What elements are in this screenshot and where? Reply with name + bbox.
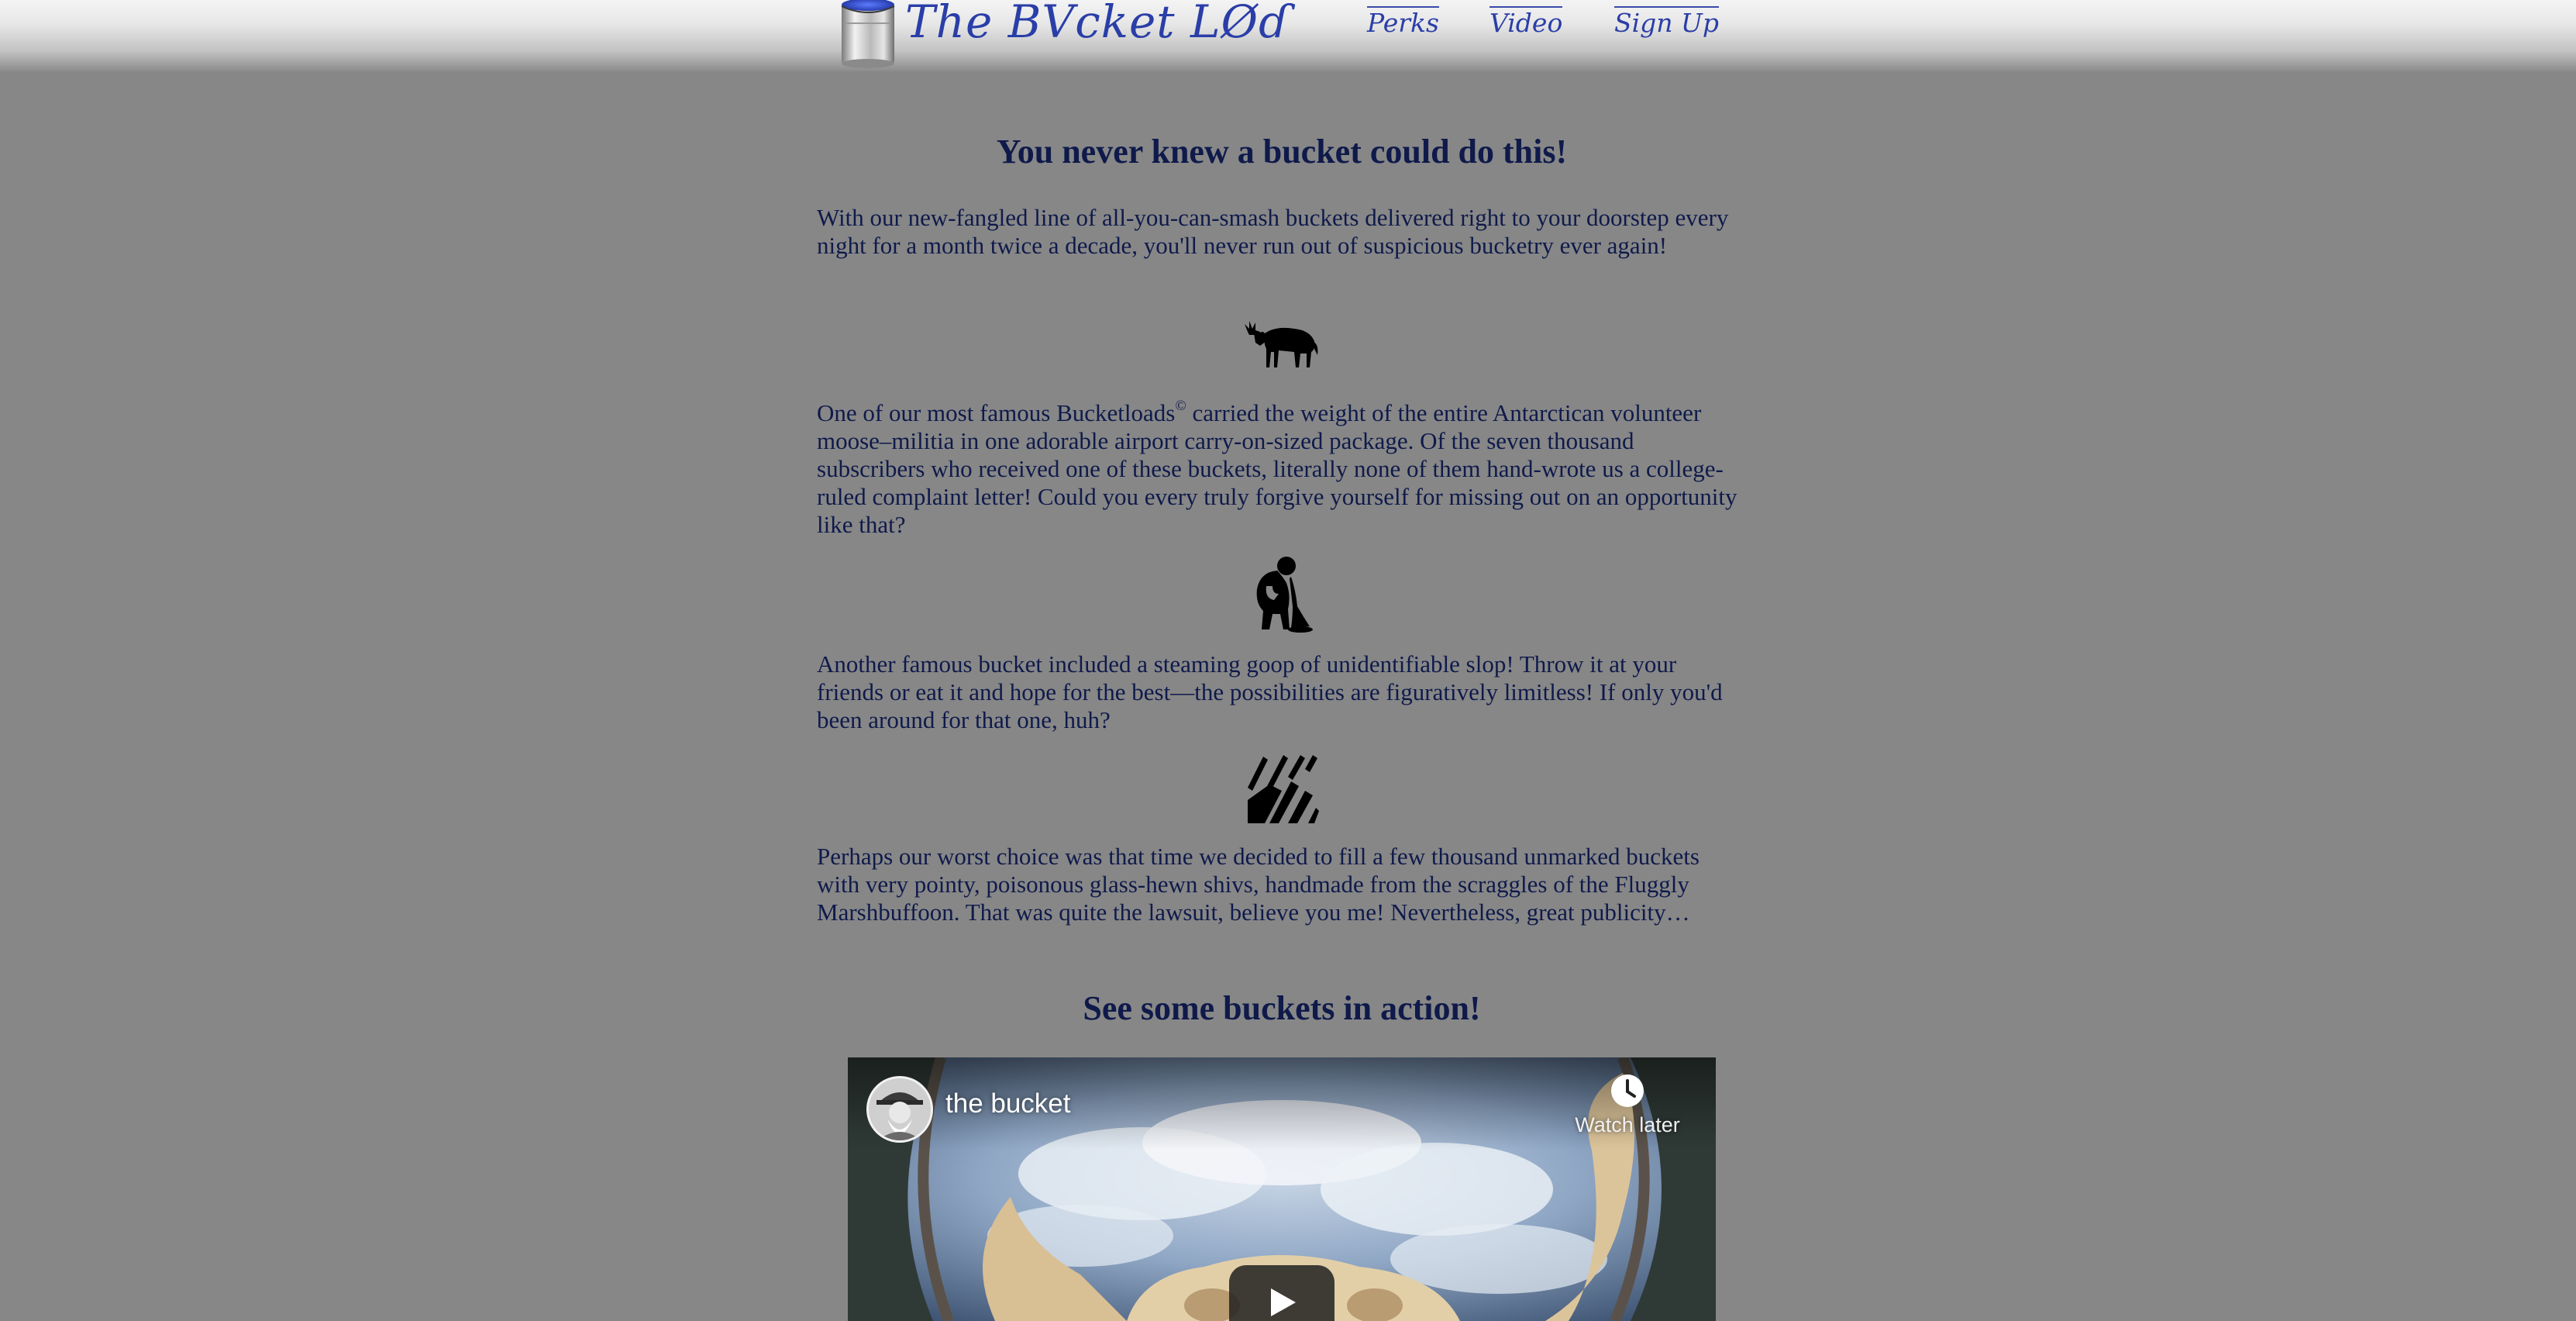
nav-sign-up[interactable]: Sign Up	[1614, 6, 1719, 43]
clock-icon	[1611, 1074, 1644, 1107]
feature-paragraph-slop: Another famous bucket included a steamin…	[817, 650, 1723, 733]
shard-rain-icon	[1248, 755, 1319, 823]
moose-icon	[1245, 321, 1318, 367]
copyright-mark: ©	[1175, 398, 1186, 414]
person-vomiting-icon	[1256, 557, 1313, 633]
page-title: You never knew a bucket could do this!	[996, 133, 1568, 171]
nav-perks[interactable]: Perks	[1367, 6, 1439, 43]
feature-paragraph-moose: One of our most famous Bucketloads© carr…	[817, 398, 1739, 539]
watch-later-button[interactable]: Watch later	[1565, 1073, 1689, 1137]
video-embed[interactable]: the bucket Watch later	[848, 1057, 1716, 1321]
video-title[interactable]: the bucket	[945, 1088, 1071, 1119]
play-button[interactable]	[1229, 1265, 1334, 1321]
site-header: The BVcket LØɗ Perks Video Sign Up	[0, 0, 2576, 71]
intro-paragraph: With our new-fangled line of all-you-can…	[817, 204, 1729, 259]
paint-bucket-icon	[841, 0, 895, 68]
channel-avatar[interactable]	[866, 1076, 933, 1143]
feature-text-before: One of our most famous Bucketloads	[817, 399, 1176, 426]
channel-avatar-image	[869, 1078, 931, 1140]
watch-later-label: Watch later	[1575, 1113, 1680, 1136]
video-section-heading: See some buckets in action!	[1083, 989, 1481, 1027]
feature-paragraph-shivs: Perhaps our worst choice was that time w…	[817, 843, 1700, 926]
nav-video[interactable]: Video	[1489, 6, 1563, 43]
play-icon	[1271, 1288, 1296, 1316]
logo-text: The BVcket LØɗ	[905, 0, 1290, 48]
